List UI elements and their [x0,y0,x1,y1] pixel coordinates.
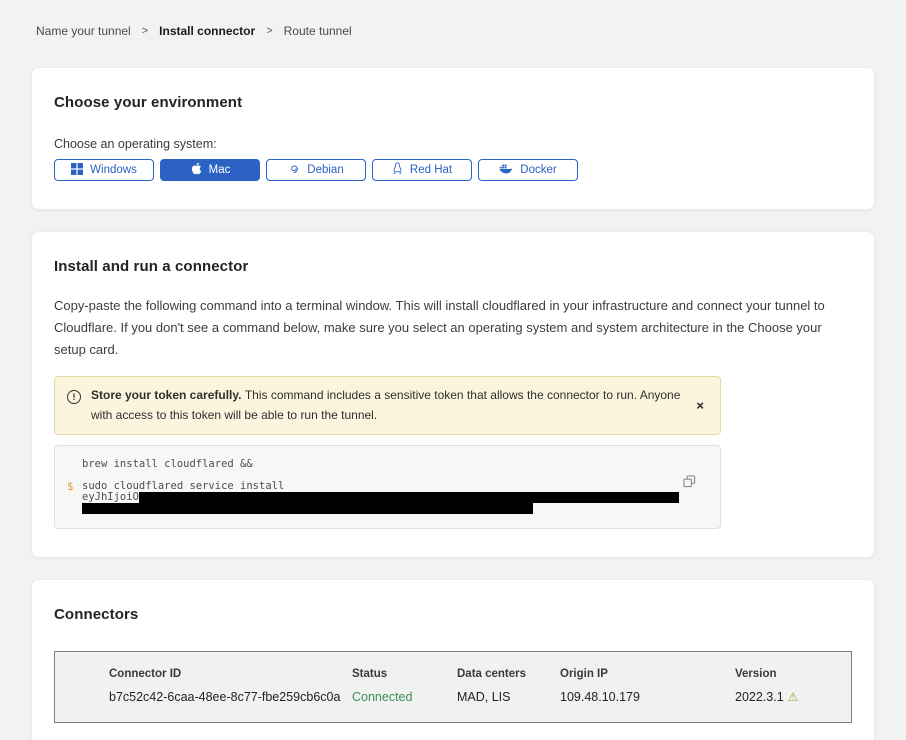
debian-icon [288,163,300,178]
install-card-title: Install and run a connector [54,258,852,275]
token-warning-title: Store your token carefully. [91,388,245,402]
breadcrumb-step-install-connector[interactable]: Install connector [159,24,255,38]
breadcrumb-step-name-your-tunnel[interactable]: Name your tunnel [36,24,131,38]
connector-origin-ip-value: 109.48.10.179 [560,690,735,704]
token-warning-text: Store your token carefully. This command… [91,386,682,424]
token-redaction-bar [139,492,679,503]
install-connector-card: Install and run a connector Copy-paste t… [31,231,875,558]
os-button-windows[interactable]: Windows [54,159,154,181]
connectors-card-title: Connectors [54,606,852,623]
environment-card-title: Choose your environment [54,94,852,111]
connectors-table: Connector ID Status Data centers Origin … [54,651,852,723]
install-card-description: Copy-paste the following command into a … [54,295,852,360]
os-button-group: Windows Mac Debian Red Hat [54,159,852,181]
install-command-codeblock[interactable]: brew install cloudflared && $ sudo cloud… [54,445,721,529]
connector-status-value: Connected [352,690,457,704]
token-prefix: eyJhIjoiO [82,492,139,503]
os-select-label: Choose an operating system: [54,137,852,151]
os-button-label: Red Hat [410,164,452,176]
breadcrumb-step-route-tunnel[interactable]: Route tunnel [284,24,352,38]
token-line-2 [82,503,680,514]
close-icon[interactable]: × [692,398,708,413]
breadcrumb-separator: > [266,25,272,37]
column-header-status: Status [352,668,457,680]
connector-data-centers-value: MAD, LIS [457,690,560,704]
command-line-2: sudo cloudflared service install [82,480,680,492]
command-line-1: brew install cloudflared && [82,459,680,470]
os-button-debian[interactable]: Debian [266,159,366,181]
version-number: 2022.3.1 [735,690,784,704]
os-button-label: Windows [90,164,137,176]
os-button-mac[interactable]: Mac [160,159,260,181]
breadcrumb-separator: > [142,25,148,37]
token-redaction-bar [82,503,533,514]
redhat-icon [392,162,403,178]
os-button-label: Docker [520,164,556,176]
environment-card: Choose your environment Choose an operat… [31,67,875,210]
token-line-1: eyJhIjoiO [82,492,680,503]
column-header-origin-ip: Origin IP [560,668,735,680]
column-header-connector-id: Connector ID [109,668,352,680]
windows-icon [71,163,83,178]
column-header-data-centers: Data centers [457,668,560,680]
os-button-redhat[interactable]: Red Hat [372,159,472,181]
os-button-label: Mac [209,164,231,176]
connector-id-value: b7c52c42-6caa-48ee-8c77-fbe259cb6c0a [109,690,352,704]
column-header-version: Version [735,668,831,680]
version-warning-icon: ⚠ [788,690,799,704]
apple-icon [190,162,202,178]
copy-icon[interactable] [683,475,696,491]
os-button-docker[interactable]: Docker [478,159,578,181]
os-button-label: Debian [307,164,343,176]
docker-icon [499,163,513,177]
breadcrumb: Name your tunnel > Install connector > R… [0,0,906,38]
alert-circle-icon: ! [67,390,81,404]
token-warning-callout: ! Store your token carefully. This comma… [54,376,721,434]
connector-version-value: 2022.3.1 ⚠ [735,690,831,704]
connectors-card: Connectors Connector ID Status Data cent… [31,579,875,740]
shell-prompt: $ [67,481,73,493]
